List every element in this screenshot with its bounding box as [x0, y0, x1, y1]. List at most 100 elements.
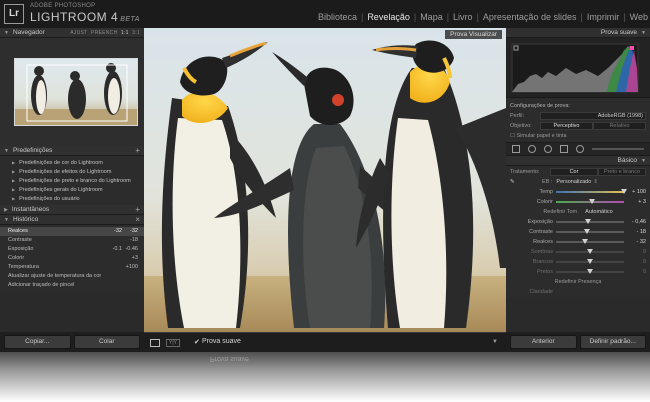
module-web[interactable]: Web [630, 12, 648, 22]
navigator-thumbnail[interactable] [14, 58, 138, 126]
previous-button[interactable]: Anterior [510, 335, 577, 349]
highlights-slider-row[interactable]: Realces - 32 [506, 237, 650, 247]
module-slideshow[interactable]: Apresentação de slides [483, 12, 577, 22]
history-item[interactable]: Atualizar ajuste de temperatura da cor [0, 272, 144, 281]
tint-track[interactable] [556, 199, 624, 204]
history-item-label: Realces [8, 228, 28, 234]
wb-select[interactable]: Personalizado [556, 177, 591, 187]
graduated-filter-icon[interactable] [560, 145, 568, 153]
before-after-icon[interactable]: Y|Y [166, 339, 180, 347]
toolbar-menu-chevron-icon[interactable]: ▼ [492, 339, 498, 345]
history-item[interactable]: Contraste -18 [0, 236, 144, 245]
eyedropper-icon[interactable]: ✎ [510, 177, 524, 187]
contrast-slider-row[interactable]: Contraste - 18 [506, 227, 650, 237]
highlights-knob[interactable] [581, 239, 588, 244]
snapshots-header[interactable]: ▶ Instantâneos + [0, 205, 144, 215]
blacks-value[interactable]: 0 [624, 267, 646, 277]
shadows-slider-row[interactable]: Sombras 0 [506, 247, 650, 257]
zoom-fit[interactable]: AJUST [70, 30, 87, 36]
contrast-track[interactable] [556, 229, 624, 234]
history-item-label: Colorir [8, 255, 25, 261]
module-imprimir[interactable]: Imprimir [587, 12, 620, 22]
shadows-value[interactable]: 0 [624, 247, 646, 257]
highlights-value[interactable]: - 32 [624, 237, 646, 247]
preset-folder[interactable]: ▶ Predefinições de preto e branco do Ligh… [0, 176, 144, 185]
red-eye-icon[interactable] [544, 145, 552, 153]
intent-perceptual[interactable]: Perceptivo [540, 122, 593, 130]
module-revelacao[interactable]: Revelação [367, 12, 410, 22]
module-mapa[interactable]: Mapa [420, 12, 443, 22]
temp-value[interactable]: + 100 [624, 187, 646, 197]
reset-button[interactable]: Definir padrão... [579, 335, 646, 349]
preset-folder[interactable]: ▶ Predefinições de cor do Lightroom [0, 158, 144, 167]
history-item[interactable]: Colorir +3 [0, 254, 144, 263]
tint-slider-row[interactable]: Colorir + 3 [506, 197, 650, 207]
preset-folder[interactable]: ▶ Predefinições do usuário [0, 194, 144, 203]
add-snapshot-icon[interactable]: + [135, 205, 140, 215]
auto-tone-button[interactable]: Automático [585, 207, 613, 217]
profile-row: Perfil: AdobeRGB (1998) [510, 111, 646, 121]
intent-relative[interactable]: Relativo [593, 122, 646, 130]
exposure-knob[interactable] [584, 219, 591, 224]
zoom-3-1[interactable]: 3:1 [132, 30, 140, 36]
blacks-knob[interactable] [587, 269, 593, 274]
basic-header[interactable]: Básico ▼ [506, 156, 650, 166]
preset-folder[interactable]: ▶ Predefinições de efeitos do Lightroom [0, 167, 144, 176]
whites-slider-row[interactable]: Brancos 0 [506, 257, 650, 267]
history-header[interactable]: ▼ Histórico × [0, 215, 144, 225]
add-preset-icon[interactable]: + [135, 146, 140, 156]
soft-proof-checkbox[interactable]: ✔ [194, 338, 200, 346]
tint-knob[interactable] [589, 199, 596, 204]
histogram[interactable] [506, 38, 650, 98]
exposure-slider-row[interactable]: Exposição - 0,46 [506, 217, 650, 227]
lightroom-window: Lr ADOBE PHOTOSHOP LIGHTROOM 4 BETA Bibli… [0, 0, 650, 352]
history-item[interactable]: Temperatura +100 [0, 263, 144, 272]
blacks-track[interactable] [556, 269, 624, 274]
blacks-slider-row[interactable]: Pretos 0 [506, 267, 650, 277]
temp-knob[interactable] [621, 189, 627, 194]
temp-track[interactable] [556, 189, 627, 194]
temp-slider-row[interactable]: Temp + 100 [506, 187, 650, 197]
treatment-color[interactable]: Cor [550, 168, 598, 176]
zoom-fill[interactable]: PREENCH [91, 30, 118, 36]
simulate-paper-ink-checkbox[interactable]: ☐ Simular papel e tinta [510, 133, 646, 139]
module-livro[interactable]: Livro [453, 12, 473, 22]
photo-canvas[interactable]: Prova Visualizar [144, 28, 506, 332]
history-item[interactable]: Realces -32 -32 [0, 227, 144, 236]
loupe-view-icon[interactable] [150, 339, 160, 347]
profile-select[interactable]: AdobeRGB (1998) [540, 112, 646, 120]
spot-removal-icon[interactable] [528, 145, 536, 153]
copy-button[interactable]: Copiar... [4, 335, 71, 349]
whites-knob[interactable] [587, 259, 593, 264]
exposure-track[interactable] [556, 219, 624, 224]
presets-header[interactable]: ▼ Predefinições + [0, 146, 144, 156]
contrast-value[interactable]: - 18 [624, 227, 646, 237]
module-biblioteca[interactable]: Biblioteca [318, 12, 357, 22]
contrast-knob[interactable] [583, 229, 590, 234]
paste-button[interactable]: Colar [73, 335, 140, 349]
shadows-track[interactable] [556, 249, 624, 254]
preset-folder[interactable]: ▶ Predefinições gerais do Lightroom [0, 185, 144, 194]
treatment-bw[interactable]: Preto e branco [598, 168, 646, 176]
soft-proof-header[interactable]: Prova suave ▼ [506, 28, 650, 38]
history-item[interactable]: Adicionar traçado de pincel [0, 281, 144, 290]
clear-history-icon[interactable]: × [135, 215, 140, 225]
adjustment-brush-icon[interactable] [576, 145, 584, 153]
whites-track[interactable] [556, 259, 624, 264]
wb-chevron-icon[interactable]: ⇕ [593, 177, 598, 187]
highlights-track[interactable] [556, 239, 624, 244]
tool-amount-slider[interactable] [592, 148, 644, 150]
crop-tool-icon[interactable] [512, 145, 520, 153]
history-item[interactable]: Exposição -0.1 -0.46 [0, 245, 144, 254]
whites-value[interactable]: 0 [624, 257, 646, 267]
blacks-label: Pretos [537, 269, 553, 275]
shadows-knob[interactable] [587, 249, 593, 254]
exposure-value[interactable]: - 0,46 [624, 217, 646, 227]
lightroom-logo: Lr [4, 4, 24, 24]
soft-proof-preview-tag: Prova Visualizar [445, 30, 502, 39]
history-item-change: -0.1 [112, 246, 122, 252]
zoom-1-1[interactable]: 1:1 [121, 30, 129, 36]
tint-value[interactable]: + 3 [624, 197, 646, 207]
clarity-slider-row[interactable]: Claridade [506, 287, 650, 297]
navigator-header[interactable]: ▼ Navegador AJUST PREENCH 1:1 3:1 [0, 28, 144, 38]
